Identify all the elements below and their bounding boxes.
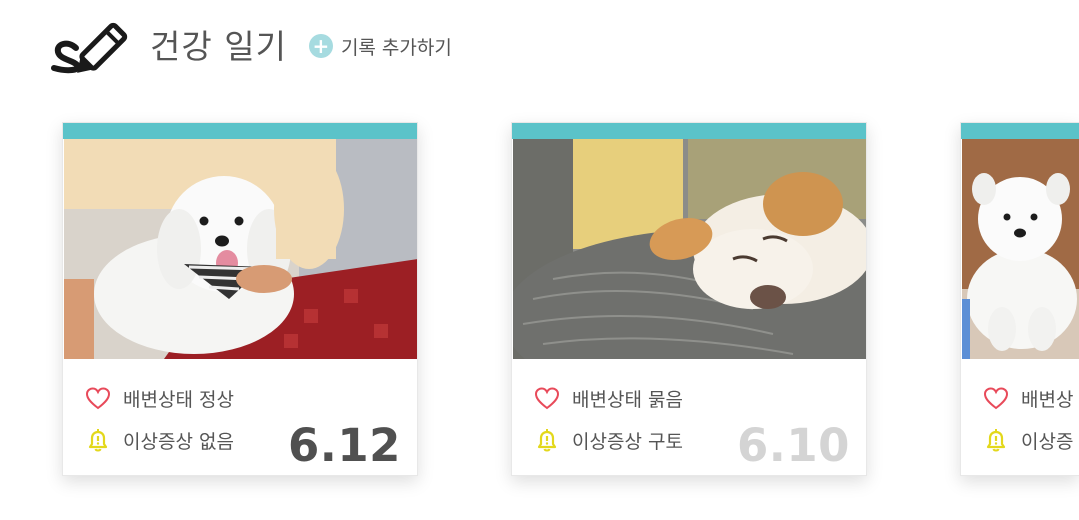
card-info: 배변상 이상증 bbox=[961, 359, 1079, 475]
page-header: 건강 일기 + 기록 추가하기 bbox=[48, 14, 452, 74]
symptom-status-row: 이상증상 없음 bbox=[85, 427, 234, 454]
diary-card[interactable]: 배변상태 묽음 이상증상 구토 6.10 bbox=[511, 122, 867, 476]
card-date: 6.12 bbox=[287, 419, 401, 472]
diary-card[interactable]: 배변상 이상증 bbox=[960, 122, 1079, 476]
dog-photo bbox=[64, 139, 417, 359]
pencil-icon bbox=[51, 22, 128, 74]
symptom-status-row: 이상증 bbox=[983, 427, 1073, 454]
bell-icon bbox=[537, 428, 557, 451]
card-accent-bar bbox=[961, 123, 1079, 139]
card-info: 배변상태 묽음 이상증상 구토 6.10 bbox=[512, 359, 866, 475]
heart-icon bbox=[983, 386, 1009, 409]
stool-status-row: 배변상태 정상 bbox=[85, 385, 234, 412]
plus-icon: + bbox=[308, 34, 333, 58]
symptom-status-text: 이상증 bbox=[1021, 431, 1074, 453]
page-title: 건강 일기 bbox=[150, 27, 287, 66]
card-info: 배변상태 정상 이상증상 없음 6.12 bbox=[63, 359, 417, 475]
stool-status-text: 배변상태 정상 bbox=[123, 389, 234, 411]
stool-status-text: 배변상 bbox=[1021, 389, 1074, 411]
add-record-button[interactable]: + 기록 추가하기 bbox=[308, 33, 452, 60]
symptom-status-text: 이상증상 구토 bbox=[572, 431, 683, 453]
stool-status-row: 배변상태 묽음 bbox=[534, 385, 683, 412]
bell-icon bbox=[88, 428, 108, 451]
card-date: 6.10 bbox=[736, 419, 850, 472]
bell-icon bbox=[986, 428, 1006, 451]
stool-status-row: 배변상 bbox=[983, 385, 1073, 412]
card-accent-bar bbox=[512, 123, 866, 139]
card-accent-bar bbox=[63, 123, 417, 139]
symptom-status-row: 이상증상 구토 bbox=[534, 427, 683, 454]
dog-photo bbox=[513, 139, 866, 359]
dog-photo bbox=[962, 139, 1079, 359]
add-record-label: 기록 추가하기 bbox=[340, 36, 452, 59]
diary-card[interactable]: 배변상태 정상 이상증상 없음 6.12 bbox=[62, 122, 418, 476]
symptom-status-text: 이상증상 없음 bbox=[123, 431, 234, 453]
heart-icon bbox=[85, 386, 111, 409]
heart-icon bbox=[534, 386, 560, 409]
stool-status-text: 배변상태 묽음 bbox=[572, 389, 683, 411]
